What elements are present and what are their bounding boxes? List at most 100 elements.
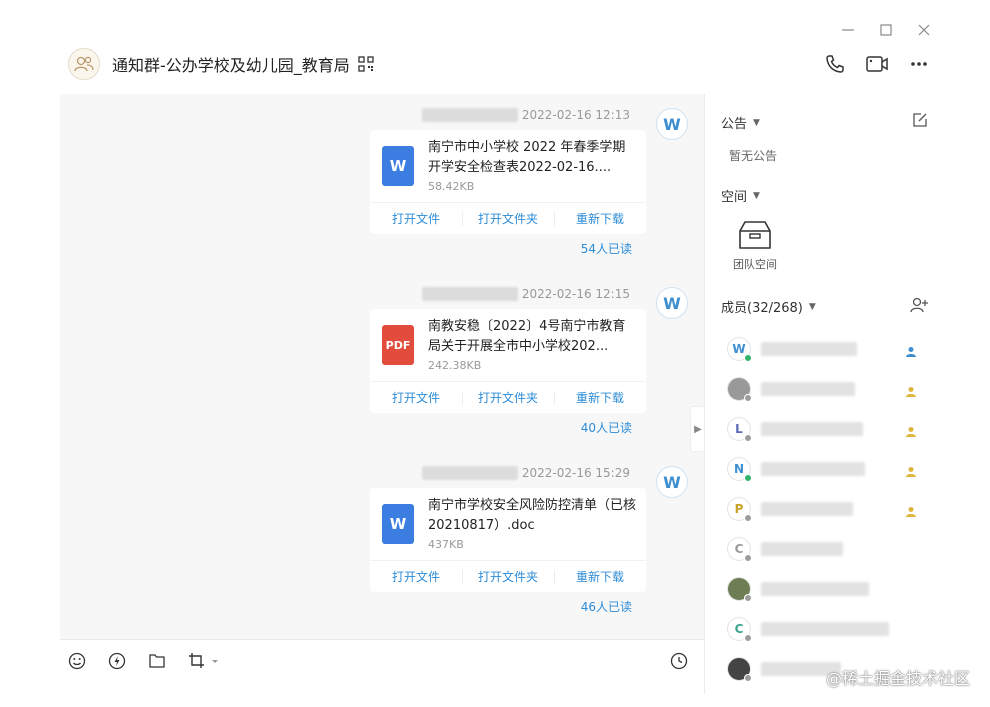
member-item[interactable] <box>727 575 917 603</box>
space-header[interactable]: 空间 ▼ <box>721 186 760 205</box>
status-dot <box>744 514 752 522</box>
pdf-file-icon: PDF <box>382 325 414 365</box>
video-icon[interactable] <box>866 53 888 75</box>
member-item[interactable] <box>727 375 917 403</box>
member-name <box>761 382 855 396</box>
announcement-empty-text: 暂无公告 <box>729 149 778 163</box>
message-time: 2022-02-16 12:15 <box>521 287 630 301</box>
role-person-icon <box>905 463 917 477</box>
file-card[interactable]: PDF 南教安稳〔2022〕4号南宁市教育局关于开展全市中小学校202... 2… <box>370 309 646 413</box>
status-dot <box>744 434 752 442</box>
screenshot-icon[interactable] <box>188 652 222 670</box>
word-file-icon: W <box>382 146 414 186</box>
redownload-button[interactable]: 重新下载 <box>554 568 646 585</box>
lightning-icon[interactable] <box>108 652 126 670</box>
team-space-label: 团队空间 <box>733 258 777 271</box>
member-item[interactable]: C <box>727 535 917 563</box>
phone-icon[interactable] <box>824 53 846 75</box>
avatar <box>727 657 752 682</box>
avatar <box>727 377 752 402</box>
role-person-icon <box>905 423 917 437</box>
status-dot <box>744 394 752 402</box>
message-list[interactable]: 2022-02-16 12:13 W W 南宁市中小学校 2022 年春季学期开… <box>60 94 704 639</box>
avatar <box>727 577 752 602</box>
members-header[interactable]: 成员(32/268) ▼ <box>721 297 816 316</box>
avatar: L <box>727 417 752 442</box>
redownload-button[interactable]: 重新下载 <box>554 389 646 406</box>
open-file-button[interactable]: 打开文件 <box>370 389 462 406</box>
file-size: 437KB <box>428 538 464 551</box>
member-item[interactable]: C <box>727 615 917 643</box>
word-file-icon: W <box>382 504 414 544</box>
avatar[interactable]: W <box>656 466 688 498</box>
announcement-header[interactable]: 公告 ▼ <box>721 113 760 132</box>
redownload-button[interactable]: 重新下载 <box>554 210 646 227</box>
caret-down-icon: ▼ <box>753 190 760 201</box>
box-icon <box>738 220 772 250</box>
qrcode-icon[interactable] <box>358 56 374 72</box>
group-sidebar: 公告 ▼ 暂无公告 空间 ▼ 团队空间 成员(32/268) ▼ WLNPCC <box>704 94 932 694</box>
status-dot <box>744 354 752 362</box>
group-avatar-icon[interactable] <box>68 48 100 80</box>
close-icon[interactable] <box>916 22 932 38</box>
edit-icon[interactable] <box>912 112 928 132</box>
avatar[interactable]: W <box>656 108 688 140</box>
message-time: 2022-02-16 15:29 <box>521 466 630 480</box>
read-count[interactable]: 40人已读 <box>581 419 632 436</box>
member-item[interactable]: N <box>727 455 917 483</box>
file-name: 南宁市学校安全风险防控清单（已核20210817）.doc <box>428 498 637 533</box>
message-item: 2022-02-16 15:29 W W 南宁市学校安全风险防控清单（已核202… <box>358 466 688 626</box>
folder-icon[interactable] <box>148 652 166 670</box>
caret-down-icon: ▼ <box>808 301 816 312</box>
avatar: W <box>727 337 752 362</box>
file-card[interactable]: W 南宁市中小学校 2022 年春季学期开学安全检查表2022-02-16...… <box>370 130 646 234</box>
maximize-icon[interactable] <box>878 22 894 38</box>
emoji-icon[interactable] <box>68 652 86 670</box>
window-controls <box>840 22 932 38</box>
team-space-button[interactable]: 团队空间 <box>729 220 781 272</box>
history-icon[interactable] <box>670 652 688 670</box>
watermark: @稀土掘金技术社区 <box>825 669 970 688</box>
space-label: 空间 <box>721 190 748 205</box>
role-person-icon <box>905 503 917 517</box>
message-item: 2022-02-16 12:15 W PDF 南教安稳〔2022〕4号南宁市教育… <box>358 287 688 447</box>
status-dot <box>744 474 752 482</box>
file-size: 242.38KB <box>428 359 482 372</box>
open-folder-button[interactable]: 打开文件夹 <box>462 210 554 227</box>
message-time: 2022-02-16 12:13 <box>521 108 630 122</box>
open-file-button[interactable]: 打开文件 <box>370 210 462 227</box>
avatar: C <box>727 537 752 562</box>
member-name <box>761 342 857 356</box>
status-dot <box>744 594 752 602</box>
input-toolbar <box>60 639 704 695</box>
open-folder-button[interactable]: 打开文件夹 <box>462 568 554 585</box>
sender-name <box>421 287 518 301</box>
read-count[interactable]: 46人已读 <box>581 598 632 615</box>
open-folder-button[interactable]: 打开文件夹 <box>462 389 554 406</box>
members-label: 成员(32/268) <box>721 301 803 316</box>
more-icon[interactable] <box>908 53 930 75</box>
member-name <box>761 542 843 556</box>
sender-name <box>421 466 518 480</box>
role-person-icon <box>905 383 917 397</box>
minimize-icon[interactable] <box>840 22 856 38</box>
member-item[interactable]: L <box>727 415 917 443</box>
add-member-icon[interactable] <box>910 297 928 317</box>
file-name: 南教安稳〔2022〕4号南宁市教育局关于开展全市中小学校202... <box>428 319 626 354</box>
avatar: P <box>727 497 752 522</box>
chat-header: 通知群-公办学校及幼儿园_教育局 <box>68 44 930 84</box>
avatar[interactable]: W <box>656 287 688 319</box>
status-dot <box>744 554 752 562</box>
member-item[interactable]: W <box>727 335 917 363</box>
member-item[interactable]: P <box>727 495 917 523</box>
role-person-icon <box>905 343 917 357</box>
caret-down-icon: ▼ <box>753 117 760 128</box>
avatar: N <box>727 457 752 482</box>
status-dot <box>744 674 752 682</box>
file-size: 58.42KB <box>428 180 475 193</box>
open-file-button[interactable]: 打开文件 <box>370 568 462 585</box>
file-card[interactable]: W 南宁市学校安全风险防控清单（已核20210817）.doc 437KB 打开… <box>370 488 646 592</box>
avatar: C <box>727 617 752 642</box>
read-count[interactable]: 54人已读 <box>581 240 632 257</box>
status-dot <box>744 634 752 642</box>
